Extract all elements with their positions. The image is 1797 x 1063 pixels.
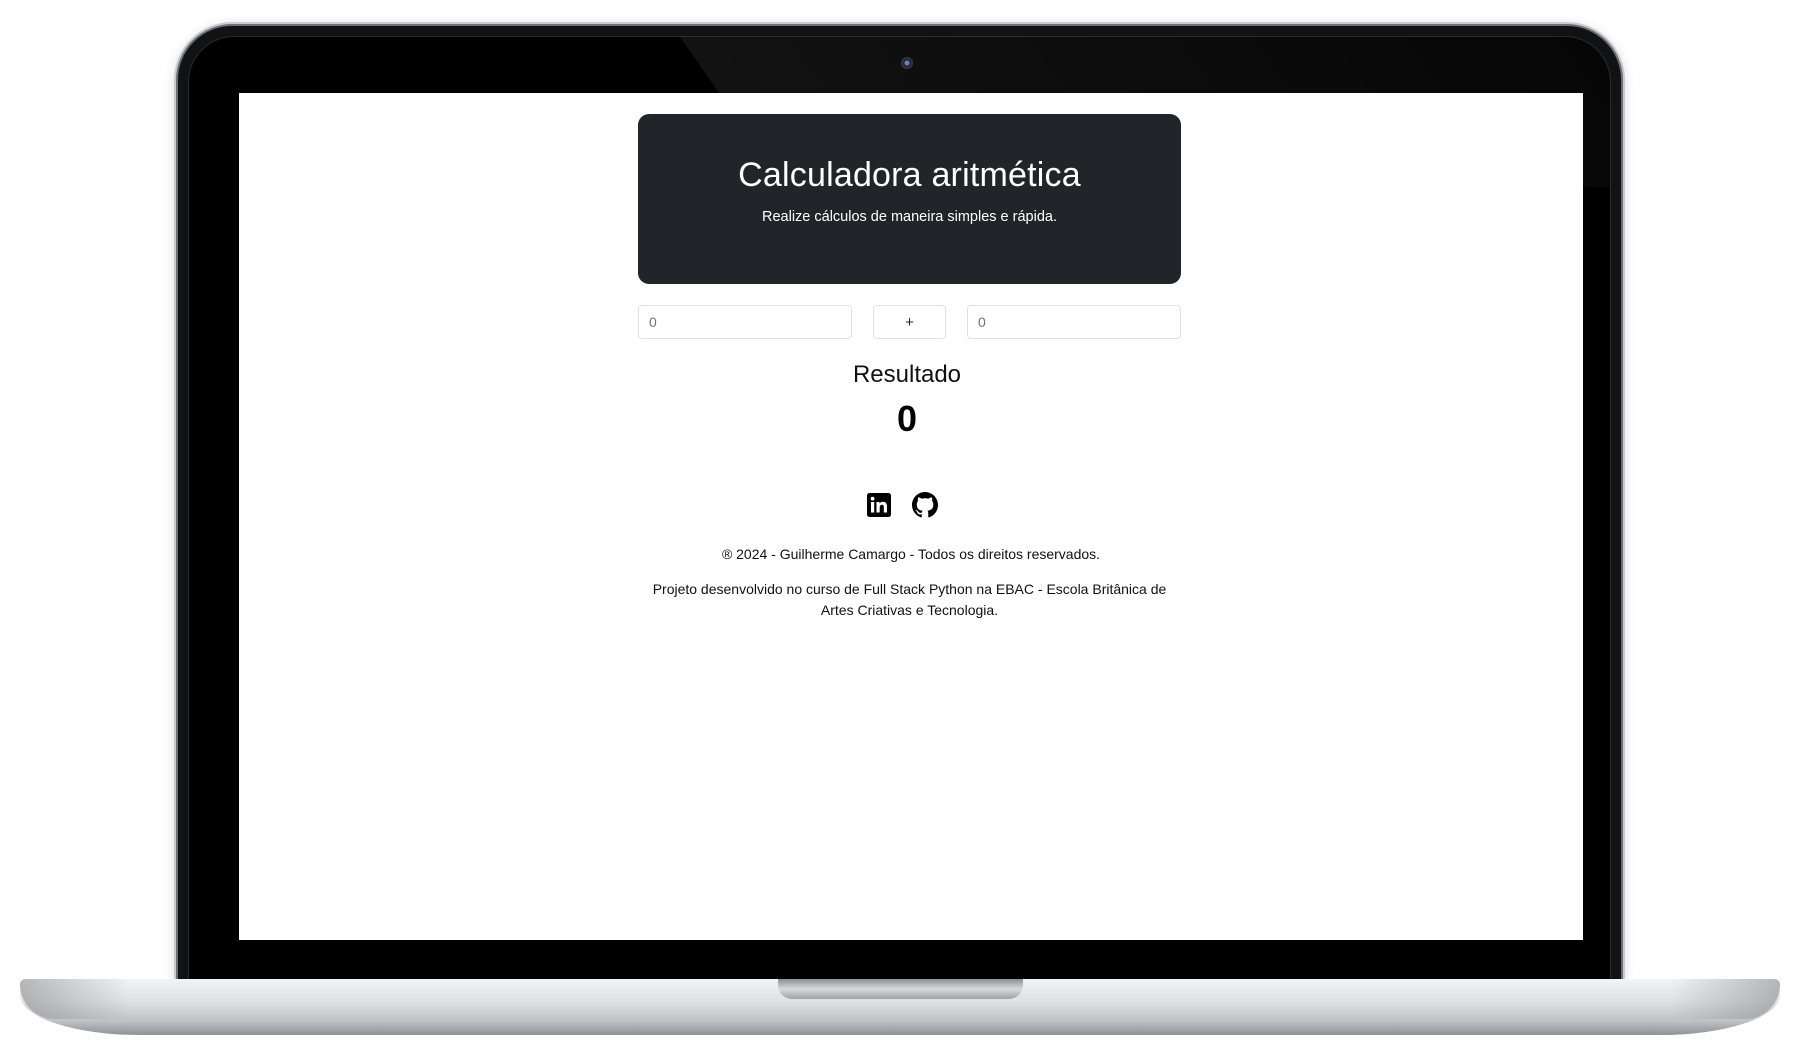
result-label: Resultado [852, 361, 962, 388]
result-value: 0 [896, 398, 918, 439]
operator-select[interactable]: + [873, 305, 946, 339]
first-number-input[interactable] [638, 305, 852, 339]
camera-icon [901, 57, 913, 69]
screen-bezel: Calculadora aritmética Realize cálculos … [188, 36, 1611, 986]
base-shine-left [20, 979, 130, 1019]
linkedin-icon[interactable] [866, 492, 892, 518]
laptop-mockup: Calculadora aritmética Realize cálculos … [0, 0, 1797, 1063]
base-shine-right [1670, 979, 1780, 1019]
github-icon[interactable] [912, 492, 938, 518]
laptop-base [20, 979, 1780, 1035]
page-subtitle: Realize cálculos de maneira simples e rá… [762, 209, 1057, 225]
copyright-text: ® 2024 - Guilherme Camargo - Todos os di… [721, 546, 1101, 562]
second-number-input[interactable] [967, 305, 1181, 339]
calculator-page: Calculadora aritmética Realize cálculos … [239, 93, 1583, 940]
screen: Calculadora aritmética Realize cálculos … [239, 93, 1583, 940]
page-title: Calculadora aritmética [738, 156, 1081, 194]
project-credits: Projeto desenvolvido no curso de Full St… [652, 581, 1167, 618]
hero-banner: Calculadora aritmética Realize cálculos … [638, 114, 1181, 284]
operator-value: + [905, 313, 914, 331]
base-notch [778, 979, 1023, 999]
social-links [866, 492, 938, 518]
laptop-lid: Calculadora aritmética Realize cálculos … [178, 26, 1621, 986]
